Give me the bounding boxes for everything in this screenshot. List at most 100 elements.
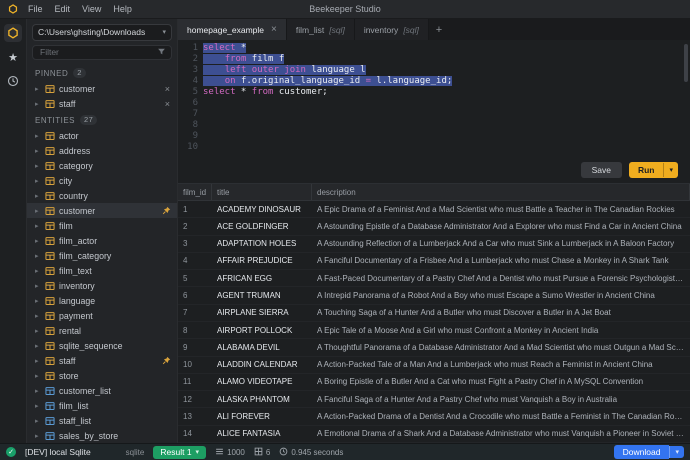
chevron-right-icon[interactable]: ▸ [35,100,41,108]
column-header-title[interactable]: title [212,184,312,200]
entity-item-film_category[interactable]: ▸film_category [27,248,177,263]
table-row[interactable]: 12ALASKA PHANTOMA Fanciful Saga of a Hun… [178,391,690,408]
download-dropdown-icon[interactable]: ▾ [669,446,684,458]
table-row[interactable]: 14ALICE FANTASIAA Emotional Drama of a S… [178,426,690,443]
entity-item-film_actor[interactable]: ▸film_actor [27,233,177,248]
menu-file[interactable]: File [28,4,43,14]
unpin-icon[interactable]: × [164,99,171,109]
unpin-icon[interactable]: × [164,84,171,94]
entity-item-actor[interactable]: ▸actor [27,128,177,143]
run-button[interactable]: Run ▾ [629,162,678,178]
entity-item-country[interactable]: ▸country [27,188,177,203]
new-tab-button[interactable]: + [429,19,449,40]
chevron-right-icon[interactable]: ▸ [35,252,41,260]
connection-path: C:\Users\ghsting\Downloads [38,27,158,37]
table-row[interactable]: 9ALABAMA DEVILA Thoughtful Panorama of a… [178,339,690,356]
entity-item-store[interactable]: ▸store [27,368,177,383]
entity-item-customer_list[interactable]: ▸customer_list [27,383,177,398]
entity-item-staff[interactable]: ▸staff [27,353,177,368]
menu-help[interactable]: Help [113,4,132,14]
column-header-film_id[interactable]: film_id [178,184,212,200]
sql-code[interactable]: select * from film f left outer join lan… [203,43,690,157]
pinned-item-customer[interactable]: ▸customer× [27,81,177,96]
tab-inventory[interactable]: inventory[sql] [355,19,429,40]
entity-item-category[interactable]: ▸category [27,158,177,173]
filter-box [32,45,172,60]
saved-queries-star-icon[interactable]: ★ [5,51,21,65]
menu-view[interactable]: View [82,4,101,14]
entity-item-city[interactable]: ▸city [27,173,177,188]
table-row[interactable]: 1ACADEMY DINOSAURA Epic Drama of a Femin… [178,201,690,218]
chevron-right-icon[interactable]: ▸ [35,327,41,335]
entity-item-sqlite_sequence[interactable]: ▸sqlite_sequence [27,338,177,353]
result-tab-button[interactable]: Result 1 ▾ [153,446,206,459]
entity-item-payment[interactable]: ▸payment [27,308,177,323]
table-row[interactable]: 10ALADDIN CALENDARA Action-Packed Tale o… [178,357,690,374]
table-row[interactable]: 8AIRPORT POLLOCKA Epic Tale of a Moose A… [178,322,690,339]
chevron-right-icon[interactable]: ▸ [35,132,41,140]
close-tab-icon[interactable]: × [271,24,277,35]
app-logo-icon [8,4,18,14]
entity-item-rental[interactable]: ▸rental [27,323,177,338]
pin-icon[interactable] [162,356,171,365]
chevron-right-icon[interactable]: ▸ [35,312,41,320]
chevron-right-icon[interactable]: ▸ [35,237,41,245]
pinned-item-staff[interactable]: ▸staff× [27,96,177,111]
filter-icon[interactable] [157,47,166,58]
chevron-right-icon[interactable]: ▸ [35,207,41,215]
entity-item-staff_list[interactable]: ▸staff_list [27,413,177,428]
entity-item-address[interactable]: ▸address [27,143,177,158]
cell-film-id: 2 [178,222,212,231]
chevron-right-icon[interactable]: ▸ [35,282,41,290]
beekeeper-logo-icon[interactable] [4,24,22,42]
chevron-right-icon[interactable]: ▸ [35,402,41,410]
line-number: 2 [178,54,198,65]
entity-item-film_list[interactable]: ▸film_list [27,398,177,413]
chevron-right-icon[interactable]: ▸ [35,342,41,350]
chevron-right-icon[interactable]: ▸ [35,147,41,155]
entity-item-sales_by_store[interactable]: ▸sales_by_store [27,428,177,443]
entities-header[interactable]: ENTITIES 27 [27,111,177,128]
table-row[interactable]: 11ALAMO VIDEOTAPEA Boring Epistle of a B… [178,374,690,391]
chevron-right-icon[interactable]: ▸ [35,387,41,395]
entity-item-film[interactable]: ▸film [27,218,177,233]
connection-dropdown[interactable]: C:\Users\ghsting\Downloads ▾ [32,24,172,41]
save-button[interactable]: Save [581,162,622,178]
tab-bar: homepage_example×film_list[sql]inventory… [178,19,690,40]
entity-item-customer[interactable]: ▸customer [27,203,177,218]
tab-homepage_example[interactable]: homepage_example× [178,19,287,40]
chevron-right-icon[interactable]: ▸ [35,85,41,93]
table-row[interactable]: 4AFFAIR PREJUDICEA Fanciful Documentary … [178,253,690,270]
chevron-right-icon[interactable]: ▸ [35,432,41,440]
chevron-right-icon[interactable]: ▸ [35,192,41,200]
chevron-right-icon[interactable]: ▸ [35,177,41,185]
filter-input[interactable] [38,46,153,58]
tab-film_list[interactable]: film_list[sql] [287,19,355,40]
editor-scrollbar[interactable] [684,44,688,82]
entity-item-film_text[interactable]: ▸film_text [27,263,177,278]
table-row[interactable]: 13ALI FOREVERA Action-Packed Drama of a … [178,408,690,425]
line-number: 7 [178,109,198,120]
pinned-header[interactable]: PINNED 2 [27,64,177,81]
pin-icon[interactable] [162,206,171,215]
chevron-right-icon[interactable]: ▸ [35,417,41,425]
run-dropdown-icon[interactable]: ▾ [663,163,678,177]
column-header-description[interactable]: description [312,184,690,200]
menu-edit[interactable]: Edit [55,4,71,14]
chevron-right-icon[interactable]: ▸ [35,162,41,170]
entity-item-language[interactable]: ▸language [27,293,177,308]
sql-editor[interactable]: 12345678910 select * from film f left ou… [178,40,690,157]
chevron-right-icon[interactable]: ▸ [35,267,41,275]
entity-item-inventory[interactable]: ▸inventory [27,278,177,293]
table-row[interactable]: 7AIRPLANE SIERRAA Touching Saga of a Hun… [178,305,690,322]
download-button[interactable]: Download [614,445,670,459]
table-row[interactable]: 3ADAPTATION HOLESA Astounding Reflection… [178,236,690,253]
table-row[interactable]: 5AFRICAN EGGA Fast-Paced Documentary of … [178,270,690,287]
history-icon[interactable] [5,74,21,88]
chevron-right-icon[interactable]: ▸ [35,372,41,380]
chevron-right-icon[interactable]: ▸ [35,297,41,305]
chevron-right-icon[interactable]: ▸ [35,357,41,365]
table-row[interactable]: 2ACE GOLDFINGERA Astounding Epistle of a… [178,218,690,235]
table-row[interactable]: 6AGENT TRUMANA Intrepid Panorama of a Ro… [178,287,690,304]
chevron-right-icon[interactable]: ▸ [35,222,41,230]
